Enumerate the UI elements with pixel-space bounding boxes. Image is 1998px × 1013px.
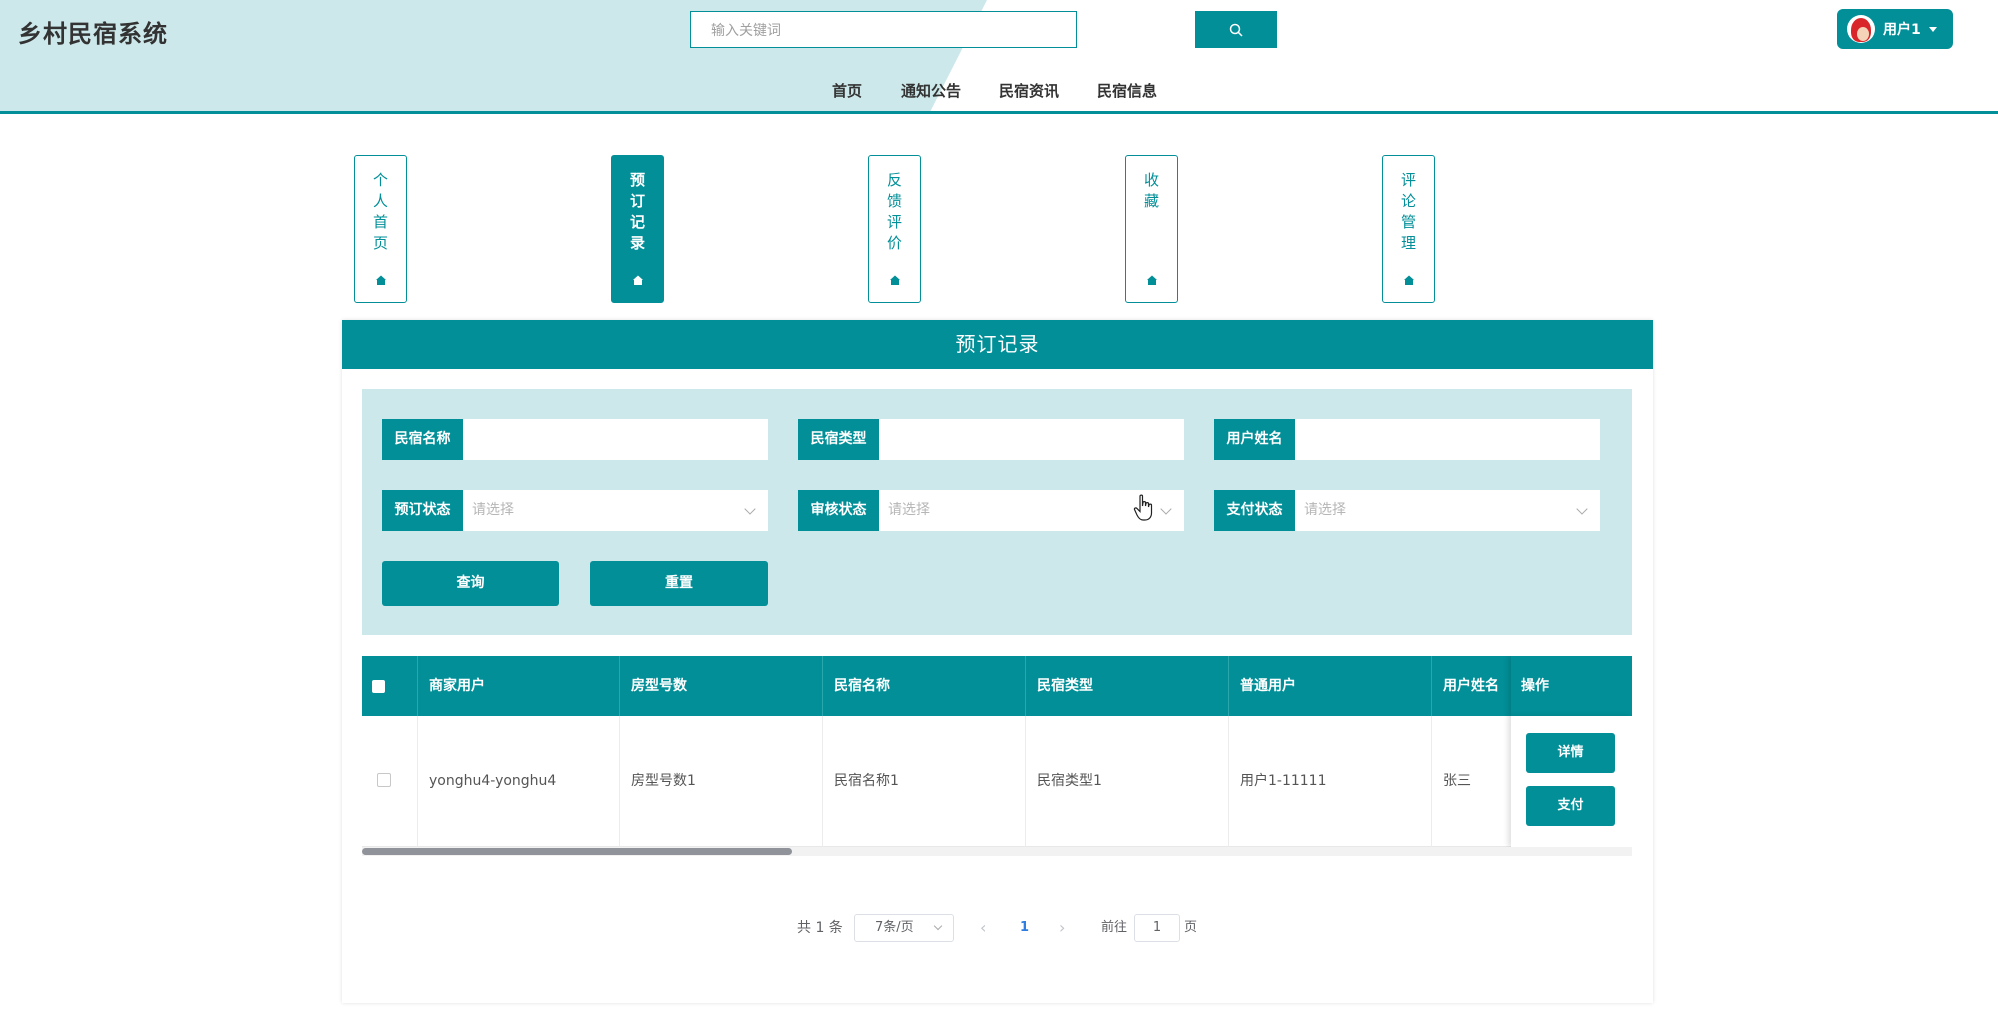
- booking-status-label: 预订状态: [382, 490, 463, 531]
- review-status-label: 审核状态: [798, 490, 879, 531]
- homestay-type-label: 民宿类型: [798, 419, 879, 460]
- hand-cursor-icon: [1133, 494, 1153, 521]
- chevron-down-icon: [933, 921, 943, 931]
- reset-button[interactable]: 重置: [590, 561, 768, 606]
- header: 乡村民宿系统 用户1 首页 通知公告 民宿资讯 民宿信息: [0, 0, 1998, 114]
- homestay-type-field: 民宿类型: [798, 419, 1184, 460]
- user-name-label: 用户姓名: [1214, 419, 1295, 460]
- cell-homestay-name: 民宿名称1: [823, 716, 1026, 847]
- col-room-type-no[interactable]: 房型号数: [620, 656, 823, 716]
- menu-feedback[interactable]: 反馈评价: [868, 155, 921, 303]
- page-unit-label: 页: [1184, 920, 1198, 935]
- menu-comments[interactable]: 评论管理: [1382, 155, 1435, 303]
- horizontal-scrollbar[interactable]: [362, 847, 1632, 856]
- goto-page-input[interactable]: 1: [1134, 914, 1180, 942]
- homestay-name-field: 民宿名称: [382, 419, 768, 460]
- cell-user: 用户1-11111: [1229, 716, 1432, 847]
- site-title: 乡村民宿系统: [18, 20, 168, 48]
- homestay-name-label: 民宿名称: [382, 419, 463, 460]
- actions-cell: 详情 支付: [1511, 716, 1632, 847]
- search-button[interactable]: [1195, 11, 1277, 48]
- table-header: 商家用户 房型号数 民宿名称 民宿类型 普通用户 用户姓名: [362, 656, 1632, 716]
- query-button[interactable]: 查询: [382, 561, 559, 606]
- col-homestay-name[interactable]: 民宿名称: [823, 656, 1026, 716]
- col-actions: 操作: [1511, 656, 1632, 716]
- row-checkbox[interactable]: [377, 773, 391, 787]
- chevron-down-icon: [744, 503, 756, 515]
- prev-page-icon[interactable]: ‹: [980, 914, 986, 942]
- menu-booking-records[interactable]: 预订记录: [611, 155, 664, 303]
- booking-panel: 预订记录 民宿名称 民宿类型 用户姓名 预订状态 请选择 审核状态 请选择 支付…: [342, 320, 1653, 1003]
- select-placeholder: 请选择: [1304, 502, 1346, 518]
- menu-label: 个人首页: [372, 171, 388, 252]
- col-merchant[interactable]: 商家用户: [418, 656, 620, 716]
- select-placeholder: 请选择: [888, 502, 930, 518]
- nav-item-home[interactable]: 首页: [832, 80, 862, 101]
- payment-status-label: 支付状态: [1214, 490, 1295, 531]
- select-all-cell: [362, 656, 418, 716]
- menu-label: 预订记录: [629, 171, 645, 252]
- cell-user-name: 张三: [1432, 716, 1512, 847]
- table-row: yonghu4-yonghu4 房型号数1 民宿名称1 民宿类型1 用户1-11…: [362, 716, 1632, 847]
- page-size-value: 7条/页: [875, 920, 914, 935]
- search-icon: [1229, 23, 1243, 37]
- caret-down-icon: [1928, 26, 1937, 32]
- homestay-type-input[interactable]: [879, 419, 1184, 460]
- nav-item-notices[interactable]: 通知公告: [901, 80, 961, 101]
- col-homestay-type[interactable]: 民宿类型: [1026, 656, 1229, 716]
- home-icon: [1147, 275, 1157, 285]
- home-icon: [890, 275, 900, 285]
- homestay-name-input[interactable]: [463, 419, 768, 460]
- payment-status-select[interactable]: 请选择: [1295, 490, 1600, 531]
- select-all-checkbox[interactable]: [372, 680, 385, 693]
- panel-title: 预订记录: [342, 320, 1653, 369]
- main-nav: 首页 通知公告 民宿资讯 民宿信息: [0, 80, 1998, 100]
- menu-label: 收藏: [1143, 171, 1159, 210]
- nav-item-news[interactable]: 民宿资讯: [999, 80, 1059, 101]
- actions-column: 操作 详情 支付: [1511, 656, 1632, 847]
- booking-status-field: 预订状态 请选择: [382, 490, 768, 531]
- review-status-field: 审核状态 请选择: [798, 490, 1184, 531]
- menu-personal-home[interactable]: 个人首页: [354, 155, 407, 303]
- col-user[interactable]: 普通用户: [1229, 656, 1432, 716]
- home-icon: [1404, 275, 1414, 285]
- detail-button[interactable]: 详情: [1526, 733, 1615, 773]
- page-size-select[interactable]: 7条/页: [854, 914, 954, 942]
- col-user-name[interactable]: 用户姓名: [1432, 656, 1512, 716]
- page-number-current[interactable]: 1: [1020, 914, 1029, 942]
- pagination: 共 1 条 7条/页 ‹ 1 › 前往 1 页: [342, 914, 1653, 942]
- scrollbar-thumb[interactable]: [362, 848, 792, 855]
- user-name: 用户1: [1883, 22, 1921, 38]
- menu-favorites[interactable]: 收藏: [1125, 155, 1178, 303]
- cell-room-type-no: 房型号数1: [620, 716, 823, 847]
- nav-item-homestay-info[interactable]: 民宿信息: [1097, 80, 1157, 101]
- pay-button[interactable]: 支付: [1526, 786, 1615, 826]
- row-select-cell: [362, 716, 418, 847]
- home-icon: [633, 275, 643, 285]
- page: 乡村民宿系统 用户1 首页 通知公告 民宿资讯 民宿信息 个人首页 预: [0, 0, 1998, 1013]
- avatar: [1847, 15, 1875, 43]
- menu-label: 反馈评价: [886, 171, 902, 252]
- pagination-total: 共 1 条: [797, 920, 843, 936]
- chevron-down-icon: [1576, 503, 1588, 515]
- user-name-input[interactable]: [1295, 419, 1600, 460]
- filter-form: 民宿名称 民宿类型 用户姓名 预订状态 请选择 审核状态 请选择 支付状态 请选…: [362, 389, 1632, 635]
- user-name-field: 用户姓名: [1214, 419, 1600, 460]
- booking-status-select[interactable]: 请选择: [463, 490, 768, 531]
- next-page-icon[interactable]: ›: [1059, 914, 1065, 942]
- home-icon: [376, 275, 386, 285]
- goto-label: 前往: [1101, 920, 1128, 935]
- menu-label: 评论管理: [1400, 171, 1416, 252]
- cell-merchant: yonghu4-yonghu4: [418, 716, 620, 847]
- chevron-down-icon: [1160, 503, 1172, 515]
- payment-status-field: 支付状态 请选择: [1214, 490, 1600, 531]
- user-menu-button[interactable]: 用户1: [1837, 9, 1953, 49]
- search-input[interactable]: [690, 11, 1077, 48]
- select-placeholder: 请选择: [472, 502, 514, 518]
- booking-table: 商家用户 房型号数 民宿名称 民宿类型 普通用户 用户姓名 yonghu4-yo…: [362, 656, 1632, 856]
- cell-homestay-type: 民宿类型1: [1026, 716, 1229, 847]
